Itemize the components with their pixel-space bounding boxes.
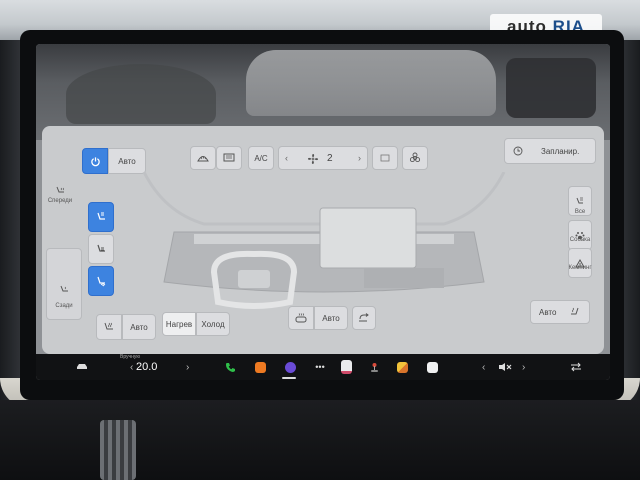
schedule-button[interactable]: Запланир.	[504, 138, 596, 164]
right-seat-auto-button[interactable]: Авто	[530, 300, 590, 324]
front-defrost-icon	[197, 156, 209, 162]
dog-mode-button[interactable]	[568, 220, 592, 250]
app-violet-icon	[284, 361, 296, 373]
car-icon	[77, 364, 87, 369]
bioweapon-mode-button[interactable]	[402, 146, 428, 170]
all-label: Все	[574, 209, 586, 215]
clock-icon	[513, 146, 523, 156]
joystick-icon	[370, 362, 378, 372]
temp-increase-icon[interactable]: ›	[186, 362, 189, 373]
app-pink-button[interactable]	[338, 354, 354, 380]
rear-zone-button[interactable]: Сзади	[46, 248, 82, 320]
front-defrost-button[interactable]	[190, 146, 216, 170]
cool-button[interactable]: Холод	[196, 312, 230, 336]
fan-speed-control: ‹ 2 ›	[278, 146, 368, 170]
vent-body-button[interactable]	[88, 234, 114, 264]
temperature-value: 20.0	[136, 361, 158, 373]
climate-panel: Авто A/C ‹ 2 › Запланир. Спереди Сзади В…	[42, 126, 604, 354]
camera-window	[246, 50, 496, 116]
schedule-label: Запланир.	[541, 146, 580, 156]
app-pink-icon	[340, 360, 352, 374]
switch-button[interactable]	[566, 354, 586, 380]
dog-label: Собака	[569, 237, 591, 243]
fan-speed-value: 2	[327, 152, 333, 164]
heat-button[interactable]: Нагрев	[162, 312, 196, 336]
photo-background-bottom	[0, 400, 640, 480]
recirculate-button[interactable]	[352, 306, 376, 330]
seat-auto-button[interactable]: Авто	[122, 314, 156, 340]
app-orange-button[interactable]	[252, 354, 268, 380]
car-interior-graphic	[142, 172, 506, 309]
climate-auto-button[interactable]: Авто	[108, 148, 146, 174]
camera-shape	[66, 64, 216, 124]
vent-auto-button[interactable]: Авто	[314, 306, 348, 330]
active-app-indicator	[282, 377, 296, 379]
ac-button[interactable]: A/C	[248, 146, 274, 170]
vent-feet-button[interactable]	[88, 266, 114, 296]
climate-power-button[interactable]	[82, 148, 108, 174]
rear-seat-icon	[60, 285, 68, 292]
vent-feet-icon	[97, 276, 106, 287]
camera-shape	[506, 58, 596, 118]
pedal	[100, 420, 136, 480]
biohazard-icon	[409, 152, 421, 163]
volume-control[interactable]: ‹ ›	[476, 354, 536, 380]
recirculate-icon	[359, 313, 369, 322]
phone-button[interactable]	[222, 354, 238, 380]
fan-icon	[308, 154, 318, 164]
temp-decrease-icon[interactable]: ‹	[130, 362, 133, 373]
volume-decrease-icon[interactable]: ‹	[482, 362, 485, 373]
fan-increase-icon[interactable]: ›	[358, 153, 361, 163]
speaker-muted-icon	[499, 363, 512, 371]
app-yellow-icon	[396, 361, 408, 373]
fan-decrease-icon[interactable]: ‹	[285, 153, 288, 163]
rear-defrost-icon	[223, 153, 235, 162]
phone-icon	[225, 362, 235, 372]
app-yellow-button[interactable]	[394, 354, 410, 380]
camp-label: Кемпинг	[568, 265, 592, 271]
volume-increase-icon[interactable]: ›	[522, 362, 525, 373]
rear-label: Сзади	[55, 303, 73, 309]
seat-heater-icon	[104, 322, 113, 329]
right-auto-label: Авто	[539, 307, 557, 317]
airflow-icon	[380, 154, 390, 162]
swap-arrows-icon	[571, 362, 581, 372]
power-icon	[90, 156, 100, 166]
more-apps-button[interactable]: •••	[312, 354, 328, 380]
car-button[interactable]	[72, 354, 92, 380]
app-orange-icon	[254, 361, 266, 373]
rear-defrost-button[interactable]	[216, 146, 242, 170]
joystick-app-button[interactable]	[366, 354, 382, 380]
steering-heater-button[interactable]	[288, 306, 314, 330]
app-white-icon	[426, 361, 438, 373]
more-icon: •••	[315, 362, 325, 372]
vent-face-button[interactable]	[88, 202, 114, 232]
front-label: Спереди	[47, 198, 73, 204]
vent-face-icon	[97, 212, 105, 220]
seat-heater-icon	[571, 307, 579, 315]
camp-mode-button[interactable]	[568, 248, 592, 278]
vent-body-icon	[97, 244, 105, 252]
seat-heater-button[interactable]	[96, 314, 122, 340]
app-white-button[interactable]	[424, 354, 440, 380]
touch-screen: Авто A/C ‹ 2 › Запланир. Спереди Сзади В…	[36, 44, 610, 380]
front-seat-icon	[56, 186, 64, 193]
all-seats-icon	[576, 197, 583, 203]
steering-heater-icon	[295, 313, 307, 323]
airflow-button[interactable]	[372, 146, 398, 170]
